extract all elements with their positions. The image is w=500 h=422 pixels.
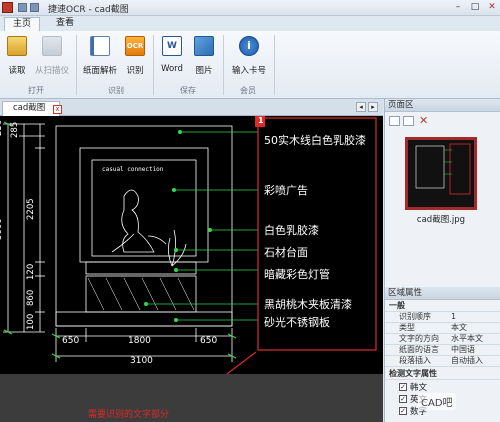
watermark: CAD吧 [418, 393, 456, 410]
dim-label: 650 [62, 336, 80, 346]
annotation-label: 砂光不锈钢板 [264, 316, 330, 329]
info-icon: i [239, 36, 259, 56]
annotation-label: 彩喷广告 [264, 184, 308, 197]
word-button[interactable]: W Word [157, 36, 187, 74]
read-button[interactable]: 读取 [2, 36, 32, 76]
property-row[interactable]: 纸面的语言 中国语 [385, 345, 500, 356]
page-analysis-icon [90, 36, 110, 56]
document-tab-bar: cad截图 x ◂ ▸ [0, 99, 383, 116]
image-button[interactable]: 图片 [189, 36, 219, 76]
props-group-general[interactable]: 一般 [385, 301, 500, 312]
close-button[interactable]: ✕ [484, 1, 500, 14]
minimize-button[interactable]: – [450, 1, 466, 14]
scanner-icon [42, 36, 62, 56]
maximize-button[interactable]: □ [467, 1, 483, 14]
group-separator [274, 35, 275, 95]
word-icon: W [162, 36, 182, 56]
page-analysis-button[interactable]: 纸面解析 [80, 36, 120, 76]
property-row[interactable]: 识别顺序 1 [385, 312, 500, 323]
group-label-save: 保存 [180, 86, 196, 95]
folder-open-icon [7, 36, 27, 56]
tab-scroll-right-icon[interactable]: ▸ [368, 102, 378, 112]
title-bar: 捷速OCR - cad截图 – □ ✕ [0, 0, 500, 16]
close-tab-icon[interactable]: x [53, 105, 62, 114]
ribbon: 读取 从扫描仪 纸面解析 OCR 识别 W Word 图片 i 输入卡号 打开 … [0, 31, 500, 99]
image-canvas[interactable]: casual connection 1 230 285 2205 3600 12… [0, 116, 383, 374]
thumbnail-view-icon[interactable] [389, 116, 400, 126]
undo-icon[interactable] [30, 3, 39, 12]
dim-label: 3100 [130, 356, 153, 366]
group-separator [153, 35, 154, 95]
ocr-icon: OCR [125, 36, 145, 56]
thumbnail-caption: cad截图.jpg [416, 215, 466, 225]
annotation-label: 石材台面 [264, 246, 308, 259]
dim-label: 100 [26, 313, 36, 330]
dim-label: 120 [26, 263, 36, 280]
property-row[interactable]: 类型 本文 [385, 323, 500, 334]
caption-text: 需要识别的文字部分 [88, 410, 170, 420]
checkbox-korean[interactable]: ✓ [399, 383, 407, 391]
poster-text: casual connection [102, 166, 164, 173]
right-panel: 页面区 ✕ cad截图.jpg 区域属性 一般 识别顺序 1 类型 本文 文字的… [384, 99, 500, 422]
dim-label: 285 [10, 121, 20, 138]
group-label-recognize: 识别 [108, 86, 124, 95]
group-separator [223, 35, 224, 95]
tab-view[interactable]: 查看 [48, 17, 82, 31]
image-icon [194, 36, 214, 56]
enter-card-number-button[interactable]: i 输入卡号 [229, 36, 269, 76]
recognize-button[interactable]: OCR 识别 [120, 36, 150, 76]
annotation-label: 50实木线白色乳胶漆 [264, 134, 366, 147]
window-title: 捷速OCR - cad截图 [48, 5, 129, 15]
list-view-icon[interactable] [403, 116, 414, 126]
save-icon[interactable] [18, 3, 27, 12]
property-row[interactable]: 文字的方向 水平本文 [385, 334, 500, 345]
dim-label: 1800 [128, 336, 151, 346]
group-label-member: 会员 [240, 86, 256, 95]
annotation-label: 暗藏彩色灯管 [264, 268, 330, 281]
dim-label: 650 [200, 336, 218, 346]
cad-drawing [3, 116, 377, 374]
dim-label: 3600 [0, 218, 4, 240]
checkbox-english[interactable]: ✓ [399, 395, 407, 403]
tab-home[interactable]: 主页 [4, 17, 41, 31]
dim-label: 2205 [26, 198, 36, 220]
annotation-label: 白色乳胶漆 [264, 224, 319, 237]
thumbnail-image [415, 143, 471, 195]
checkbox-label: 韩文 [410, 383, 428, 393]
region-number: 1 [258, 116, 264, 125]
props-group-detect[interactable]: 检测文字属性 [385, 369, 500, 380]
canvas-bottom-area: 需要识别的文字部分 [0, 374, 383, 422]
page-thumbnail[interactable] [405, 137, 477, 210]
pages-panel-header: 页面区 [385, 99, 500, 112]
dim-label: 860 [26, 289, 36, 306]
from-scanner-button[interactable]: 从扫描仪 [33, 36, 71, 76]
region-properties-header: 区域属性 [385, 287, 500, 300]
ribbon-tabs: 主页 查看 [0, 16, 500, 31]
group-separator [76, 35, 77, 95]
app-logo-icon[interactable] [2, 2, 13, 13]
dim-label: 230 [0, 119, 4, 136]
property-row[interactable]: 段落插入 自动插入 [385, 356, 500, 367]
annotation-label: 黑胡桃木夹板清漆 [264, 298, 352, 311]
checkbox-numbers[interactable]: ✓ [399, 407, 407, 415]
tab-scroll-left-icon[interactable]: ◂ [356, 102, 366, 112]
group-label-open: 打开 [28, 86, 44, 95]
delete-page-icon[interactable]: ✕ [419, 114, 428, 127]
